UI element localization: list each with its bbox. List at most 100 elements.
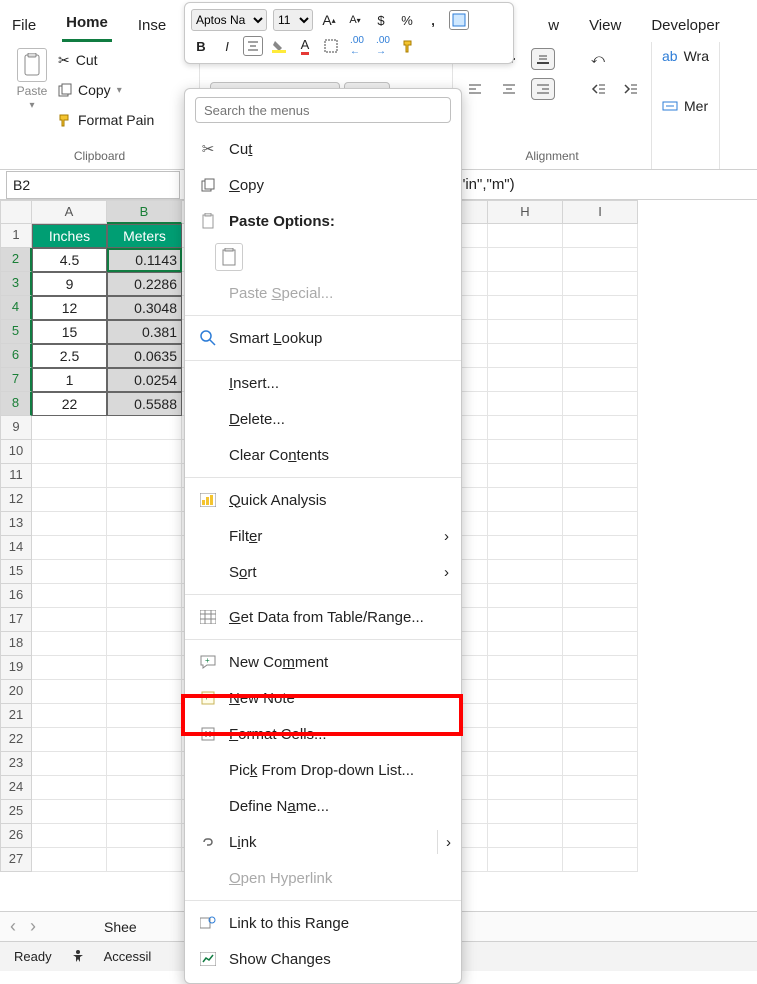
cell[interactable] bbox=[488, 392, 563, 416]
cell[interactable] bbox=[32, 416, 107, 440]
cell[interactable] bbox=[32, 488, 107, 512]
cell[interactable] bbox=[107, 464, 182, 488]
cell[interactable] bbox=[488, 296, 563, 320]
cell[interactable] bbox=[32, 536, 107, 560]
row-header-4[interactable]: 4 bbox=[0, 296, 32, 320]
row-header-6[interactable]: 6 bbox=[0, 344, 32, 368]
paste-option-default[interactable] bbox=[215, 243, 243, 271]
row-header-5[interactable]: 5 bbox=[0, 320, 32, 344]
name-box[interactable]: B2 bbox=[6, 171, 180, 199]
row-header-26[interactable]: 26 bbox=[0, 824, 32, 848]
cell[interactable] bbox=[488, 224, 563, 248]
chevron-down-icon[interactable]: ▾ bbox=[29, 100, 34, 111]
row-header-1[interactable]: 1 bbox=[0, 224, 32, 248]
ctx-insert[interactable]: Insert... bbox=[185, 365, 461, 401]
ctx-get-data[interactable]: Get Data from Table/Range... bbox=[185, 599, 461, 635]
cell[interactable] bbox=[32, 632, 107, 656]
ctx-sort[interactable]: Sort › bbox=[185, 554, 461, 590]
cell[interactable] bbox=[488, 512, 563, 536]
ctx-show-changes[interactable]: Show Changes bbox=[185, 941, 461, 977]
align-bottom-icon[interactable] bbox=[531, 48, 555, 70]
ctx-link-range[interactable]: Link to this Range bbox=[185, 905, 461, 941]
row-header-11[interactable]: 11 bbox=[0, 464, 32, 488]
cell[interactable] bbox=[32, 464, 107, 488]
increase-font-icon[interactable]: A▴ bbox=[319, 10, 339, 30]
cell[interactable]: 15 bbox=[32, 320, 107, 344]
row-header-19[interactable]: 19 bbox=[0, 656, 32, 680]
cell[interactable] bbox=[107, 512, 182, 536]
merge-center-button[interactable]: Mer bbox=[662, 98, 709, 114]
font-color-icon[interactable]: A bbox=[295, 36, 315, 56]
decrease-decimal-icon[interactable]: .00→ bbox=[373, 36, 393, 56]
cell[interactable]: 22 bbox=[32, 392, 107, 416]
cell[interactable]: 12 bbox=[32, 296, 107, 320]
cell[interactable] bbox=[488, 416, 563, 440]
cell[interactable] bbox=[563, 680, 638, 704]
cell[interactable] bbox=[563, 440, 638, 464]
tab-insert[interactable]: Inse bbox=[134, 7, 170, 42]
cell[interactable] bbox=[107, 488, 182, 512]
cell[interactable] bbox=[107, 536, 182, 560]
border-icon[interactable] bbox=[321, 36, 341, 56]
ctx-format-cells[interactable]: Format Cells... bbox=[185, 716, 461, 752]
cell[interactable]: 4.5 bbox=[32, 248, 107, 272]
cell[interactable] bbox=[488, 848, 563, 872]
cell[interactable] bbox=[107, 608, 182, 632]
cell[interactable] bbox=[107, 584, 182, 608]
cell[interactable] bbox=[488, 752, 563, 776]
decrease-font-icon[interactable]: A▾ bbox=[345, 10, 365, 30]
cell[interactable] bbox=[563, 416, 638, 440]
cell[interactable] bbox=[488, 680, 563, 704]
cell[interactable] bbox=[563, 392, 638, 416]
cell[interactable] bbox=[488, 704, 563, 728]
cell[interactable] bbox=[563, 848, 638, 872]
sheet-nav-prev[interactable]: ‹ bbox=[10, 916, 16, 937]
cell[interactable] bbox=[563, 728, 638, 752]
format-painter-button[interactable]: Format Pain bbox=[58, 108, 154, 132]
sheet-tab-1[interactable]: Shee bbox=[104, 919, 137, 935]
ctx-cut[interactable]: ✂ Cut bbox=[185, 131, 461, 167]
format-painter-icon[interactable] bbox=[399, 36, 419, 56]
cell[interactable]: 1 bbox=[32, 368, 107, 392]
italic-icon[interactable]: I bbox=[217, 36, 237, 56]
row-header-13[interactable]: 13 bbox=[0, 512, 32, 536]
row-header-10[interactable]: 10 bbox=[0, 440, 32, 464]
row-header-23[interactable]: 23 bbox=[0, 752, 32, 776]
wrap-text-button[interactable]: ab Wra bbox=[662, 48, 709, 64]
tab-developer[interactable]: Developer bbox=[647, 7, 723, 42]
cell[interactable] bbox=[488, 344, 563, 368]
row-header-22[interactable]: 22 bbox=[0, 728, 32, 752]
cell[interactable] bbox=[32, 848, 107, 872]
cell[interactable] bbox=[488, 584, 563, 608]
cell[interactable] bbox=[563, 776, 638, 800]
row-header-12[interactable]: 12 bbox=[0, 488, 32, 512]
cell[interactable] bbox=[563, 584, 638, 608]
row-header-16[interactable]: 16 bbox=[0, 584, 32, 608]
cell[interactable] bbox=[563, 248, 638, 272]
cell[interactable] bbox=[563, 824, 638, 848]
cell[interactable] bbox=[563, 632, 638, 656]
cell[interactable] bbox=[488, 608, 563, 632]
copy-button[interactable]: Copy ▾ bbox=[58, 78, 154, 102]
tab-view-partial[interactable]: w bbox=[544, 7, 563, 42]
cell[interactable] bbox=[488, 632, 563, 656]
cell[interactable] bbox=[107, 632, 182, 656]
cell[interactable] bbox=[563, 224, 638, 248]
cell[interactable] bbox=[107, 824, 182, 848]
cell[interactable] bbox=[32, 776, 107, 800]
increase-indent-icon[interactable] bbox=[619, 78, 641, 100]
tab-view[interactable]: View bbox=[585, 7, 625, 42]
col-header-A[interactable]: A bbox=[32, 200, 107, 224]
cell[interactable] bbox=[32, 560, 107, 584]
comma-format-icon[interactable]: , bbox=[423, 10, 443, 30]
cell[interactable] bbox=[488, 824, 563, 848]
cell[interactable]: 0.381 bbox=[107, 320, 182, 344]
ctx-quick-analysis[interactable]: Quick Analysis bbox=[185, 482, 461, 518]
cell[interactable] bbox=[488, 368, 563, 392]
cell[interactable]: Inches bbox=[32, 224, 107, 248]
ctx-filter[interactable]: Filter › bbox=[185, 518, 461, 554]
cell[interactable] bbox=[107, 776, 182, 800]
cell[interactable] bbox=[107, 680, 182, 704]
cell[interactable]: 0.0254 bbox=[107, 368, 182, 392]
cell[interactable]: 0.2286 bbox=[107, 272, 182, 296]
